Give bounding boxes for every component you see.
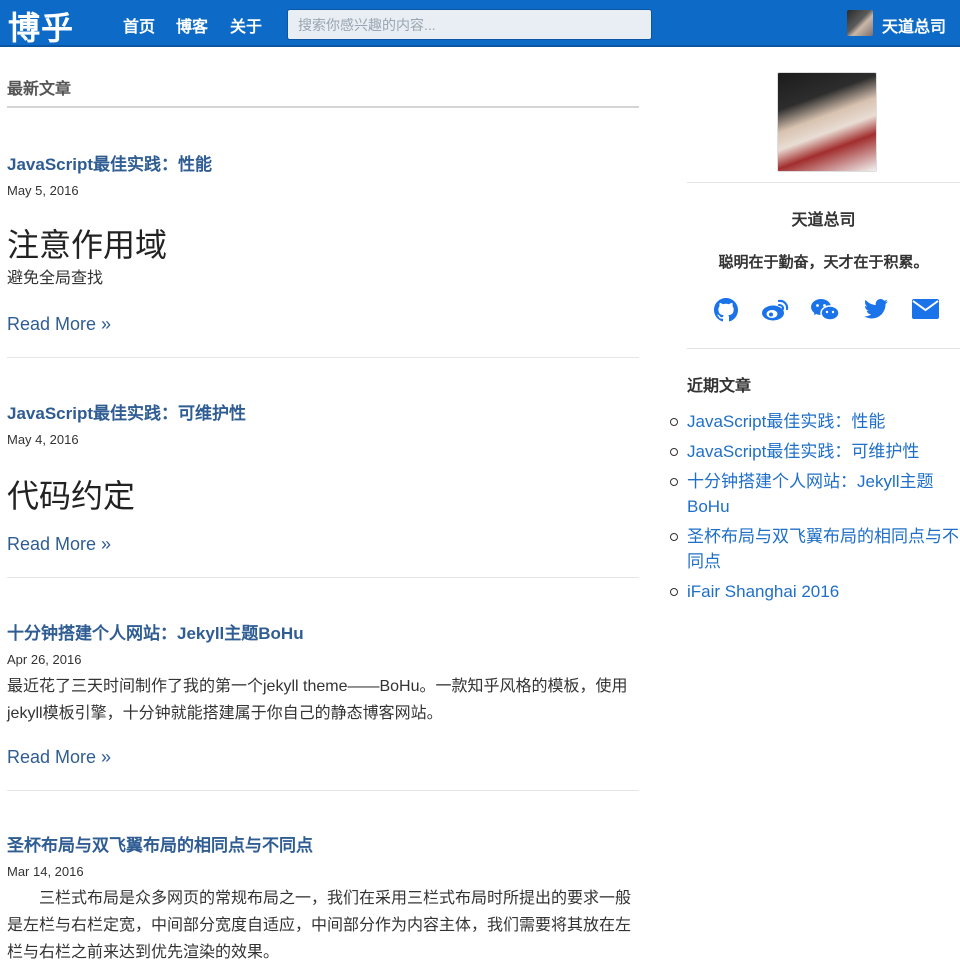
read-more-link[interactable]: Read More » [7, 314, 111, 335]
recent-post-link[interactable]: JavaScript最佳实践：可维护性 [670, 439, 960, 464]
profile-motto: 聪明在于勤奋，天才在于积累。 [718, 254, 929, 271]
read-more-link[interactable]: Read More » [7, 534, 111, 555]
wechat-icon[interactable] [810, 298, 840, 322]
section-title: 最新文章 [7, 81, 72, 98]
recent-post-link[interactable]: iFair Shanghai 2016 [670, 579, 960, 604]
post-title-link[interactable]: JavaScript最佳实践：可维护性 [7, 399, 246, 424]
profile-name: 天道总司 [791, 212, 856, 229]
nav-link-blog[interactable]: 博客 [176, 13, 208, 37]
post-divider [7, 357, 639, 358]
user-avatar[interactable] [847, 10, 873, 36]
user-name-link[interactable]: 天道总司 [882, 13, 946, 37]
post-date: May 4, 2016 [7, 432, 79, 447]
post-excerpt: 避免全局查找 [7, 270, 104, 287]
recent-posts-heading: 近期文章 [687, 378, 752, 395]
twitter-icon[interactable] [864, 298, 892, 322]
post-date: May 5, 2016 [7, 183, 79, 198]
post-title-link[interactable]: 十分钟搭建个人网站：Jekyll主题BoHu [7, 619, 304, 644]
post-date: Mar 14, 2016 [7, 864, 84, 879]
post-divider [7, 790, 639, 791]
post-excerpt: 三栏式布局是众多网页的常规布局之一，我们在采用三栏式布局时所提出的要求一般是左栏… [7, 890, 632, 961]
recent-post-link[interactable]: 圣杯布局与双飞翼布局的相同点与不同点 [670, 524, 960, 574]
sidebar-divider [687, 182, 960, 183]
post-title-link[interactable]: 圣杯布局与双飞翼布局的相同点与不同点 [7, 831, 313, 856]
post-title-link[interactable]: JavaScript最佳实践：性能 [7, 150, 212, 175]
github-icon[interactable] [714, 298, 742, 322]
email-icon[interactable] [912, 298, 940, 322]
read-more-link[interactable]: Read More » [7, 747, 111, 768]
site-logo[interactable]: 博乎 [8, 3, 74, 49]
post-date: Apr 26, 2016 [7, 652, 82, 667]
section-divider [7, 106, 639, 108]
top-navbar: 博乎 首页 博客 关于 天道总司 [0, 0, 960, 47]
nav-link-about[interactable]: 关于 [230, 13, 262, 37]
sidebar-divider [687, 348, 960, 349]
search-input[interactable] [287, 9, 652, 40]
post-heading: 代码约定 [7, 477, 136, 515]
profile-avatar [777, 72, 877, 172]
recent-post-link[interactable]: JavaScript最佳实践：性能 [670, 409, 960, 434]
recent-posts-list: JavaScript最佳实践：性能 JavaScript最佳实践：可维护性 十分… [670, 409, 960, 609]
post-divider [7, 577, 639, 578]
post-heading: 注意作用域 [7, 226, 168, 264]
post-excerpt: 最近花了三天时间制作了我的第一个jekyll theme——BoHu。一款知乎风… [7, 678, 628, 722]
recent-post-link[interactable]: 十分钟搭建个人网站：Jekyll主题BoHu [670, 469, 960, 519]
nav-link-home[interactable]: 首页 [123, 13, 155, 37]
weibo-icon[interactable] [761, 298, 789, 322]
